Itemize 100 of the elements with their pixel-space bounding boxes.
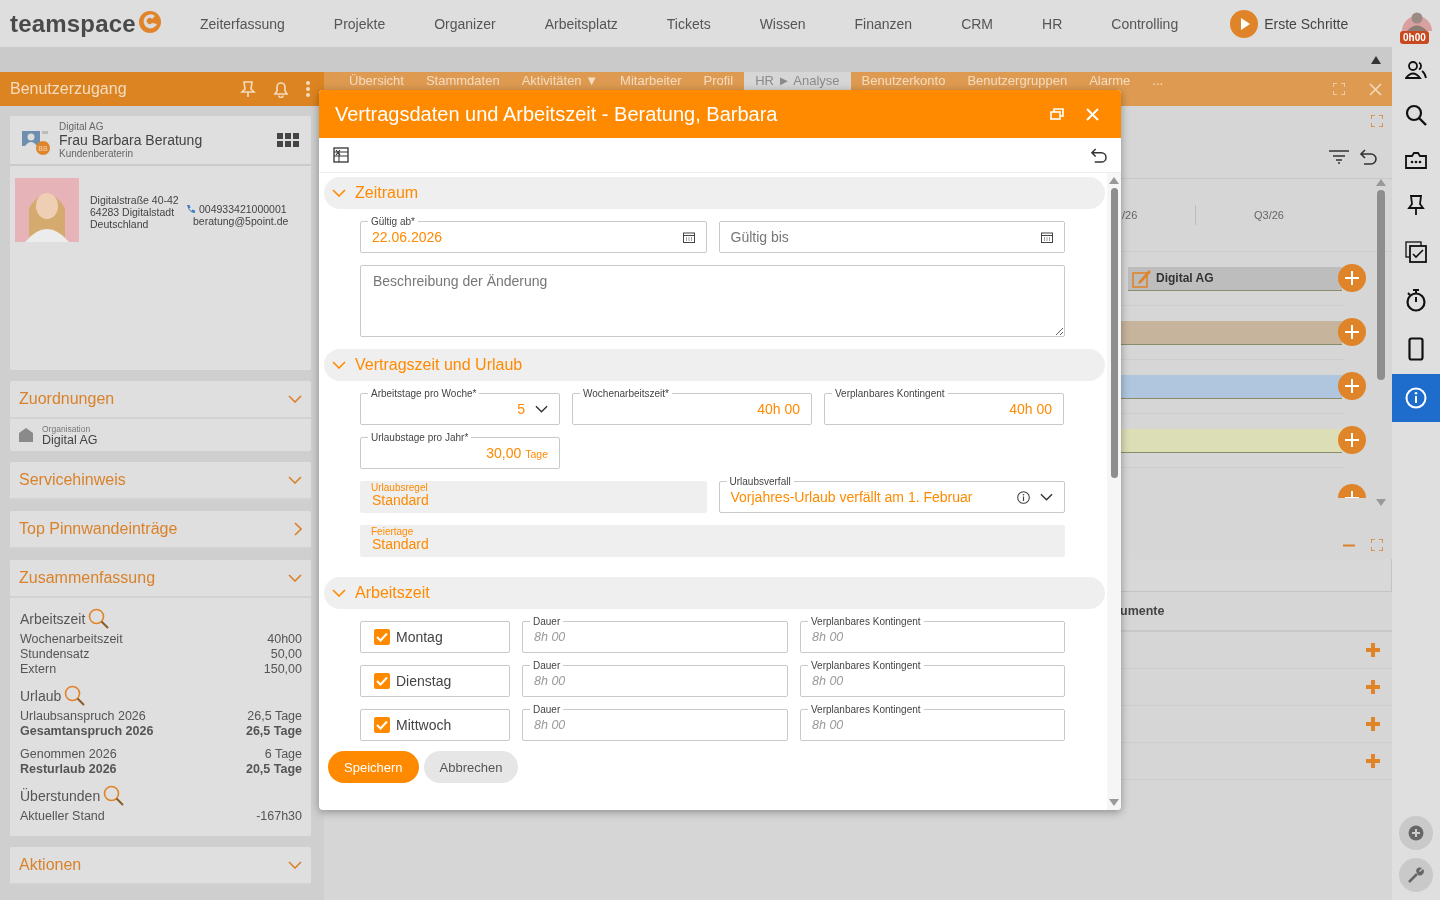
search-icon[interactable] <box>1405 104 1427 126</box>
bell-icon[interactable] <box>272 80 290 98</box>
check-icon <box>376 632 388 642</box>
scrollbar-thumb[interactable] <box>1377 190 1385 380</box>
summary-label: Gesamtanspruch 2026 <box>20 724 154 739</box>
minimize-icon[interactable] <box>1343 543 1355 547</box>
summary-label: Stundensatz <box>20 647 90 662</box>
description-field[interactable]: Beschreibung der Änderung <box>360 265 1065 337</box>
settings-button[interactable] <box>1399 858 1433 892</box>
summary-label: Wochenarbeitszeit <box>20 632 123 647</box>
summary-label: Urlaubsanspruch 2026 <box>20 709 146 724</box>
stopwatch-icon[interactable] <box>1405 288 1427 312</box>
calendar-icon[interactable] <box>682 231 695 243</box>
summary-label: Resturlaub 2026 <box>20 762 117 777</box>
chevron-down-icon <box>288 395 302 403</box>
expand-icon[interactable] <box>1371 115 1383 127</box>
chevron-right-icon <box>294 522 302 536</box>
add-button[interactable] <box>1399 816 1433 850</box>
summary-value: 40h00 <box>267 632 302 647</box>
add-icon[interactable] <box>1366 643 1380 657</box>
filter-icon[interactable] <box>1329 150 1349 164</box>
restore-icon[interactable] <box>1050 108 1064 120</box>
summary-value: 6 Tage <box>264 747 302 762</box>
cancel-button[interactable]: Abbrechen <box>423 751 519 783</box>
add-icon[interactable] <box>1366 717 1380 731</box>
summary-value: 50,00 <box>270 647 302 662</box>
summary-label: Aktueller Stand <box>20 809 105 824</box>
wrench-icon <box>1407 866 1425 884</box>
scrollbar-thumb[interactable] <box>1110 188 1118 478</box>
calendar-icon[interactable] <box>1041 231 1053 243</box>
day-checkbox[interactable]: Mittwoch <box>360 709 510 741</box>
info-icon <box>1405 387 1427 409</box>
field-value: Digital AG <box>42 435 98 446</box>
field-label: Organisation <box>42 424 92 434</box>
nav-item[interactable]: Zeiterfassung <box>200 15 285 32</box>
add-button[interactable] <box>1338 426 1366 454</box>
company-name: Digital AG <box>59 121 105 132</box>
group-title: Überstunden <box>20 788 101 804</box>
email-link[interactable]: beratung@5point.de <box>193 215 289 227</box>
nav-item[interactable]: CRM <box>961 15 994 32</box>
nav-item[interactable]: Organizer <box>434 15 496 32</box>
add-button[interactable] <box>1338 372 1366 400</box>
tasks-icon[interactable] <box>1405 241 1427 263</box>
summary-value: -167h30 <box>256 809 302 824</box>
grid-icon[interactable] <box>277 133 299 147</box>
summary-label: Genommen 2026 <box>20 747 117 762</box>
contact-name: Frau Barbara Beratung <box>59 132 203 148</box>
collapse-up-icon[interactable] <box>1371 55 1381 64</box>
timeline-bar[interactable]: Digital AG <box>1128 266 1342 291</box>
edit-icon[interactable] <box>1132 268 1152 288</box>
chevron-down-icon <box>1040 493 1053 501</box>
summary-value: 26,5 Tage <box>247 709 302 724</box>
scroll-down-icon[interactable] <box>1376 499 1386 506</box>
phone-number[interactable]: 004933421000001 <box>199 203 287 215</box>
column-header: umente <box>1120 604 1165 618</box>
phone-icon <box>186 204 196 214</box>
undo-icon[interactable] <box>1090 147 1107 163</box>
building-icon <box>18 427 34 443</box>
day-checkbox[interactable]: Montag <box>360 621 510 653</box>
contact-role: Kundenberaterin <box>59 148 134 159</box>
summary-value: 20,5 Tage <box>245 762 302 777</box>
address: Digitalstraße 40-42 64283 Digitalstadt Deutschland <box>90 194 180 232</box>
nav-item[interactable]: Tickets <box>666 15 711 32</box>
card-icon[interactable] <box>1405 151 1427 169</box>
scroll-up-icon[interactable] <box>1109 177 1119 184</box>
add-button[interactable] <box>1338 318 1366 346</box>
day-checkbox[interactable]: Dienstag <box>360 665 510 697</box>
add-icon[interactable] <box>1366 754 1380 768</box>
spreadsheet-icon[interactable] <box>333 147 349 163</box>
chevron-down-icon <box>535 405 548 413</box>
nav-item[interactable]: Projekte <box>333 15 386 32</box>
nav-item[interactable]: Controlling <box>1111 15 1179 32</box>
add-button[interactable] <box>1338 484 1366 498</box>
nav-item[interactable]: Finanzen <box>854 15 913 32</box>
summary-label: Extern <box>20 662 57 677</box>
undo-icon[interactable] <box>1359 149 1377 165</box>
more-icon[interactable] <box>306 80 310 98</box>
phone-icon[interactable] <box>1408 337 1424 361</box>
close-icon[interactable] <box>1369 82 1382 96</box>
plus-circle-icon <box>1408 825 1424 841</box>
nav-item[interactable]: Wissen <box>759 15 806 32</box>
summary-value: 26,5 Tage <box>245 724 302 739</box>
info-icon[interactable] <box>1017 490 1030 504</box>
expand-icon[interactable] <box>1371 539 1383 551</box>
add-button[interactable] <box>1338 264 1366 292</box>
nav-item[interactable]: Arbeitsplatz <box>544 15 618 32</box>
chevron-down-icon <box>288 861 302 869</box>
pin-icon[interactable] <box>1407 194 1425 216</box>
people-icon[interactable] <box>1405 61 1427 79</box>
chevron-down-icon <box>288 574 302 582</box>
info-button[interactable] <box>1392 374 1440 422</box>
add-icon[interactable] <box>1366 680 1380 694</box>
nav-item[interactable]: HR <box>1042 15 1063 32</box>
check-icon <box>376 676 388 686</box>
group-title: Urlaub <box>20 688 62 704</box>
start-button[interactable]: Erste Schritte <box>1230 9 1349 38</box>
panel-title: Benutzerzugang <box>10 80 127 98</box>
scroll-down-icon[interactable] <box>1109 799 1119 806</box>
check-icon <box>376 720 388 730</box>
logo-text[interactable]: teamspace <box>10 9 136 38</box>
